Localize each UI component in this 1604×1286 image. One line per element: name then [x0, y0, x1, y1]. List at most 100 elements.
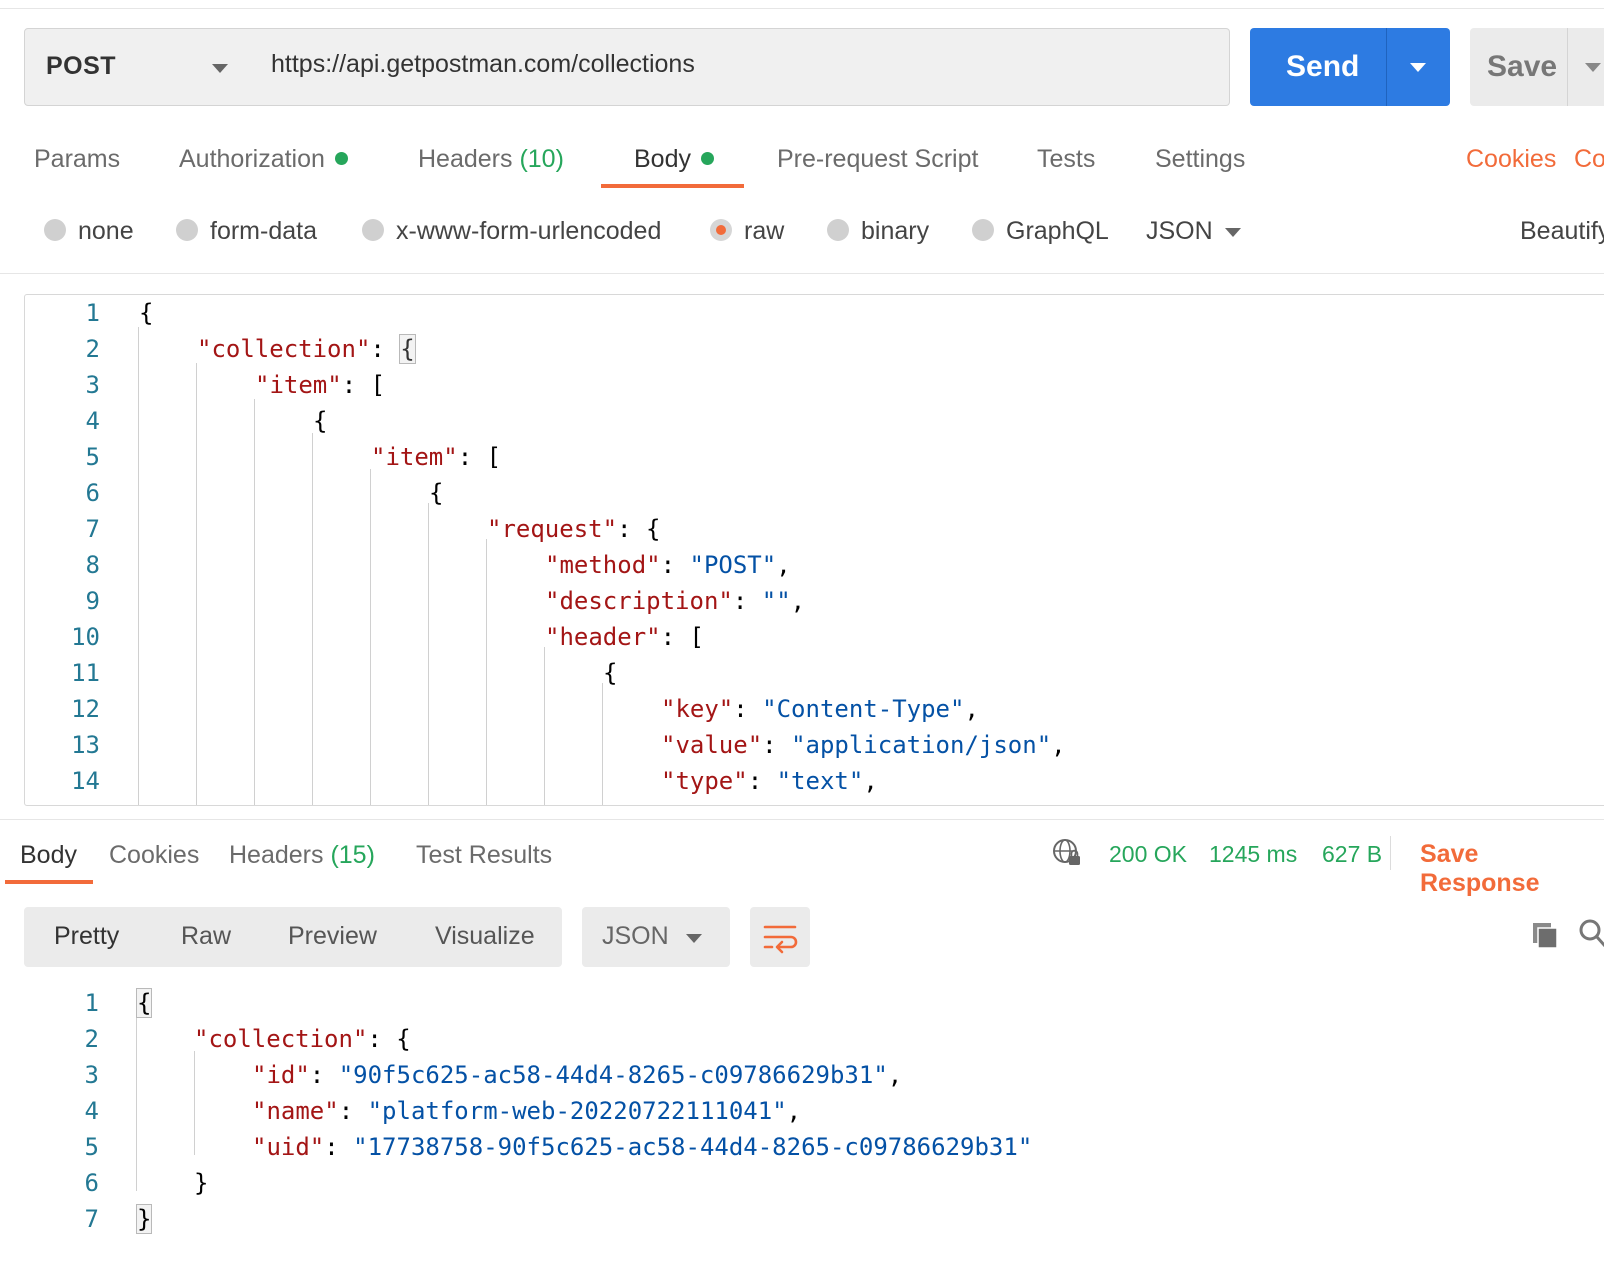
- chevron-down-icon[interactable]: [686, 934, 702, 943]
- tab-authorization[interactable]: Authorization: [179, 145, 348, 174]
- indent-guide: [196, 363, 197, 805]
- radio-label: binary: [861, 217, 930, 245]
- wrap-lines-button[interactable]: [750, 907, 810, 967]
- code-link[interactable]: Co: [1574, 145, 1604, 174]
- body-format-select[interactable]: JSON: [1146, 217, 1213, 246]
- code-line: }: [194, 1169, 209, 1197]
- indent-guide: [486, 539, 487, 805]
- chevron-down-icon[interactable]: [212, 64, 228, 73]
- radio-label: none: [78, 217, 134, 245]
- code-line: "description": "",: [545, 587, 806, 615]
- line-number: 2: [84, 1025, 99, 1053]
- indent-guide: [312, 433, 313, 805]
- collection-name-value: "platform-web-20220722111041": [367, 1097, 787, 1125]
- section-divider: [0, 273, 1604, 274]
- indent-guide: [136, 1015, 137, 1191]
- tab-label: Authorization: [179, 145, 325, 173]
- tab-params[interactable]: Params: [34, 145, 120, 174]
- code-line: {: [603, 659, 618, 687]
- radio-form-data[interactable]: form-data: [176, 217, 317, 246]
- radio-label: x-www-form-urlencoded: [396, 217, 662, 245]
- search-icon[interactable]: [1578, 918, 1604, 948]
- code-line: "value": "application/json",: [661, 731, 1066, 759]
- copy-icon[interactable]: [1530, 920, 1560, 950]
- code-line: "request": {: [487, 515, 661, 543]
- line-number: 5: [84, 1133, 99, 1161]
- beautify-link[interactable]: Beautify: [1520, 217, 1604, 246]
- save-label: Save: [1487, 50, 1558, 83]
- tab-pre-request-script[interactable]: Pre-request Script: [777, 145, 978, 174]
- status-dot-icon: [334, 151, 348, 165]
- code-line: "key": "Content-Type",: [661, 695, 979, 723]
- tab-label: Headers: [229, 841, 324, 869]
- radio-label: form-data: [210, 217, 317, 245]
- response-tab-cookies[interactable]: Cookies: [109, 841, 199, 870]
- tab-body[interactable]: Body: [634, 145, 714, 174]
- code-line: "method": "POST",: [545, 551, 791, 579]
- send-dropdown-icon[interactable]: [1410, 63, 1426, 72]
- line-number: 11: [71, 659, 100, 687]
- view-raw[interactable]: Raw: [181, 922, 231, 951]
- code-line: "collection": {: [197, 334, 416, 364]
- line-number: 6: [85, 479, 100, 507]
- code-line: {: [313, 407, 328, 435]
- globe-lock-icon[interactable]: [1052, 838, 1082, 868]
- view-preview[interactable]: Preview: [288, 922, 377, 951]
- line-number: 3: [84, 1061, 99, 1089]
- divider: [1390, 836, 1391, 870]
- tab-headers[interactable]: Headers (10): [418, 145, 564, 174]
- request-body-editor[interactable]: 1 2 3 4 5 6 7 8 9 10 11 12 13 14 { "collection": { "i…: [24, 294, 1604, 806]
- tab-label: Pre-request Script: [777, 145, 979, 173]
- cookies-link[interactable]: Cookies: [1466, 145, 1556, 174]
- line-number: 8: [85, 551, 100, 579]
- send-divider: [1386, 28, 1387, 106]
- code-line: "name": "platform-web-20220722111041",: [252, 1097, 802, 1125]
- tab-label: Tests: [1037, 145, 1096, 173]
- tab-label: Body: [634, 145, 691, 173]
- view-visualize[interactable]: Visualize: [435, 922, 535, 951]
- view-pretty[interactable]: Pretty: [54, 922, 119, 951]
- tab-tests[interactable]: Tests: [1037, 145, 1095, 174]
- line-number: 4: [84, 1097, 99, 1125]
- save-dropdown-icon[interactable]: [1585, 63, 1601, 72]
- line-number: 3: [85, 371, 100, 399]
- radio-graphql[interactable]: GraphQL: [972, 217, 1109, 246]
- collection-uid-value: "17738758-90f5c625-ac58-44d4-8265-c09786…: [353, 1133, 1033, 1161]
- code-line: {: [136, 988, 153, 1018]
- chevron-down-icon[interactable]: [1225, 228, 1241, 237]
- active-tab-indicator: [601, 184, 744, 188]
- radio-icon: [972, 219, 994, 242]
- headers-count: (15): [330, 841, 375, 869]
- code-line: }: [136, 1204, 153, 1234]
- code-line: "uid": "17738758-90f5c625-ac58-44d4-8265…: [252, 1133, 1033, 1161]
- response-tab-test-results[interactable]: Test Results: [416, 841, 552, 870]
- radio-label: GraphQL: [1006, 217, 1109, 245]
- code-line: "header": [: [545, 623, 704, 651]
- method-label: POST: [46, 52, 117, 80]
- tab-label: Settings: [1155, 145, 1246, 173]
- line-number: 13: [71, 731, 100, 759]
- tab-settings[interactable]: Settings: [1155, 145, 1245, 174]
- response-format-label: JSON: [602, 922, 669, 950]
- line-number: 4: [85, 407, 100, 435]
- save-response-button[interactable]: Save Response: [1420, 840, 1604, 898]
- wrap-lines-icon: [763, 925, 798, 954]
- radio-icon: [44, 219, 66, 242]
- response-divider: [0, 819, 1604, 820]
- radio-label: raw: [744, 217, 785, 245]
- status-dot-icon: [700, 151, 714, 165]
- headers-count: (10): [519, 145, 564, 173]
- response-tab-body[interactable]: Body: [20, 841, 77, 870]
- tab-label: Headers: [418, 145, 513, 173]
- line-number: 14: [71, 767, 100, 795]
- radio-urlencoded[interactable]: x-www-form-urlencoded: [362, 217, 661, 246]
- response-tab-headers[interactable]: Headers (15): [229, 841, 375, 870]
- url-value[interactable]: https://api.getpostman.com/collections: [271, 50, 695, 79]
- response-body-viewer[interactable]: 1 2 3 4 5 6 7 { "collection": { "id": "90f5c62…: [24, 985, 1604, 1245]
- radio-raw[interactable]: raw: [710, 217, 784, 246]
- code-line: "collection": {: [194, 1025, 411, 1053]
- radio-binary[interactable]: binary: [827, 217, 929, 246]
- line-number: 1: [85, 299, 100, 327]
- radio-none[interactable]: none: [44, 217, 134, 246]
- response-size: 627 B: [1322, 841, 1383, 867]
